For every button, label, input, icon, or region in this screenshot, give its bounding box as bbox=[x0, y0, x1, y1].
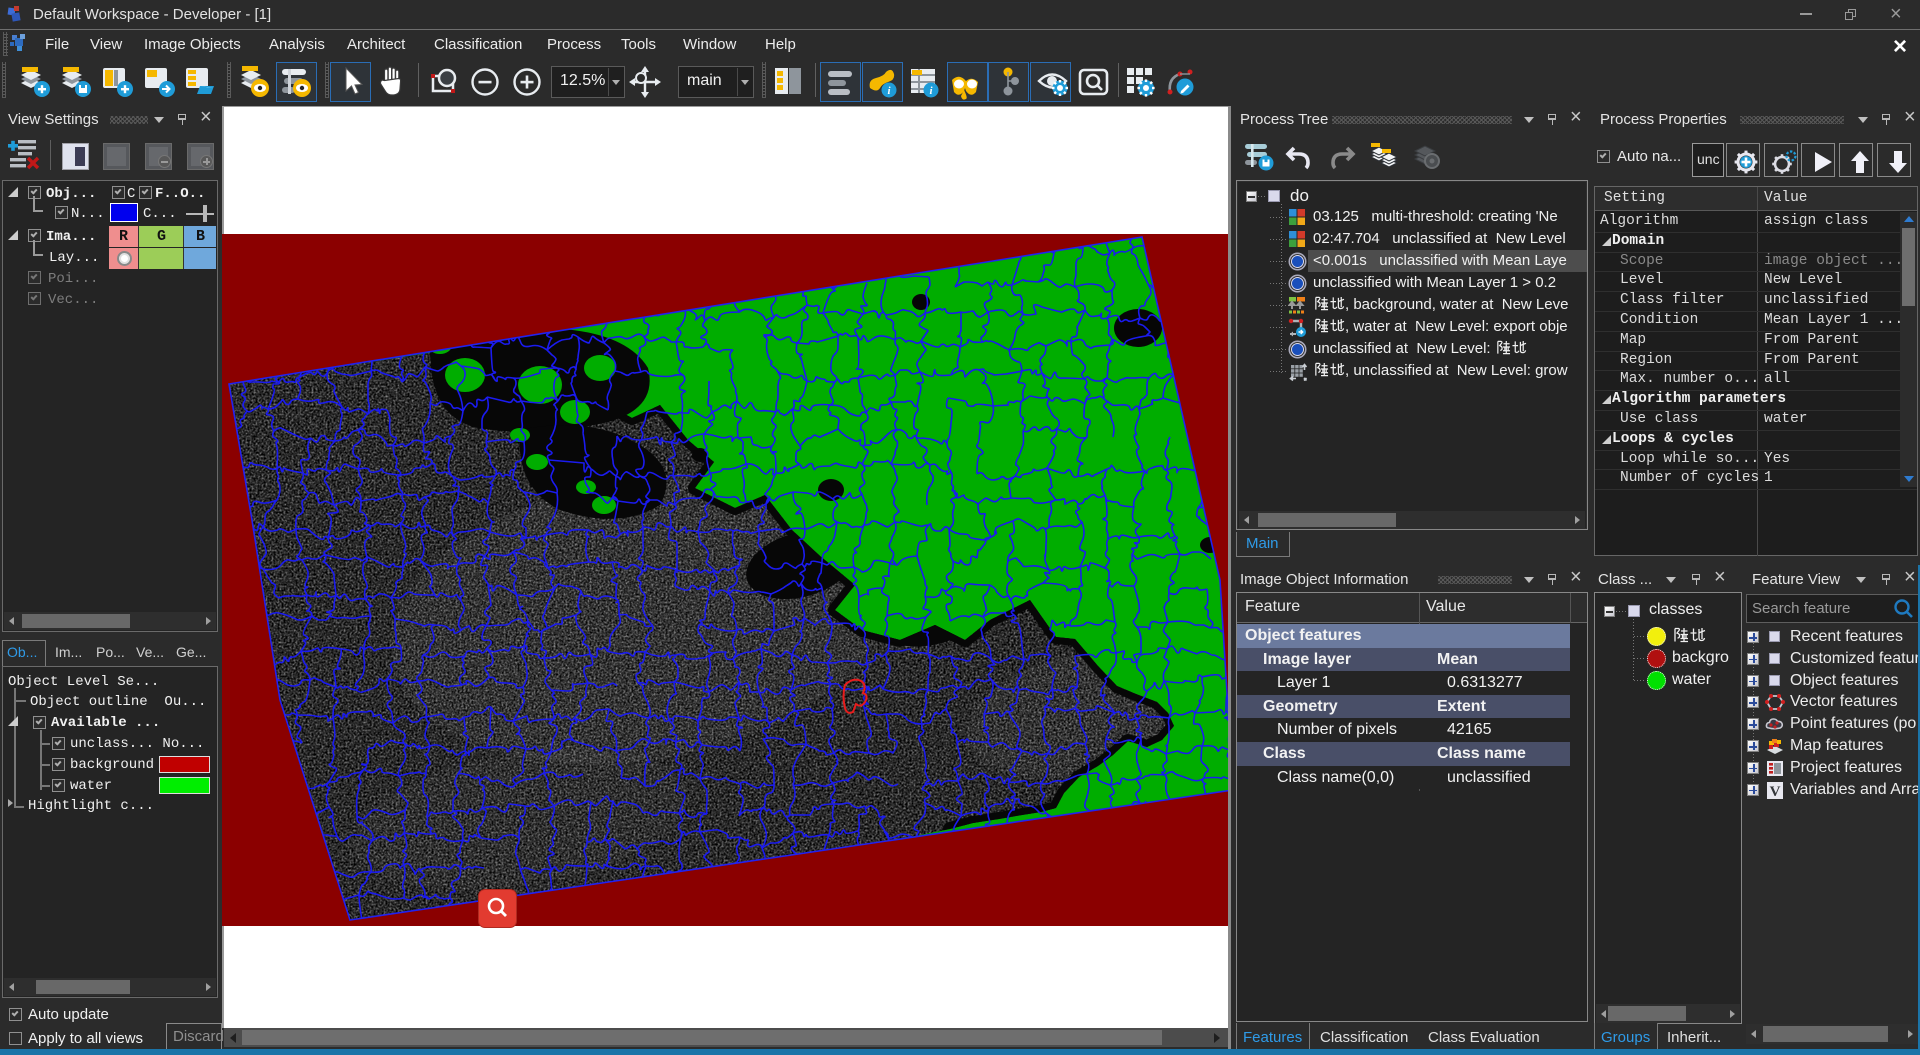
svg-text:V: V bbox=[1770, 784, 1781, 800]
